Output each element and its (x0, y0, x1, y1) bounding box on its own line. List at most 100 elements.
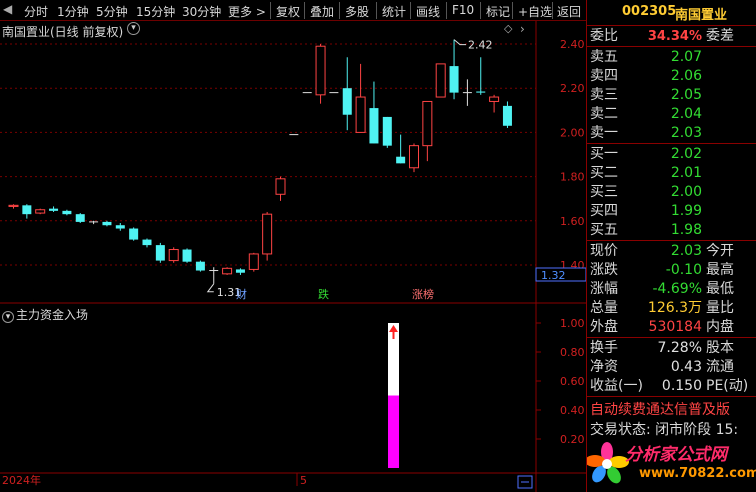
chevron-down-icon[interactable]: ▾ (2, 311, 14, 323)
high-annotation: 2.42 (468, 39, 493, 52)
tab-1min[interactable]: 1分钟 (57, 3, 89, 20)
candle-body[interactable] (222, 267, 233, 275)
renewal-notice[interactable]: 自动续费通达信普及版 (590, 399, 730, 419)
multi-stock-button[interactable]: 多股 (345, 3, 369, 20)
price-axis-label: 2.00 (560, 126, 585, 139)
stat-row: 现价 2.03 今开 (587, 242, 756, 261)
stat-row: 外盘 530184 内盘 (587, 318, 756, 337)
price-axis-label: 1.60 (560, 215, 585, 228)
stat2-row: 净资 0.43 流通 (587, 358, 756, 377)
overlay-button[interactable]: 叠加 (310, 3, 334, 20)
candle-body[interactable] (8, 204, 19, 207)
candle-body[interactable] (435, 63, 446, 98)
more-menu[interactable]: 更多 > (228, 3, 266, 20)
candle-body[interactable] (262, 213, 273, 255)
candle-body[interactable] (489, 96, 500, 102)
candle-body[interactable] (248, 253, 259, 270)
kline-chart[interactable]: 2.402.202.001.801.601.402.421.311.32财跌涨榜… (0, 21, 586, 492)
candle-body[interactable] (235, 269, 245, 273)
buy-level-1-value: 2.02 (670, 146, 702, 162)
date-label: 5 (300, 474, 307, 487)
candle-body[interactable] (62, 210, 72, 215)
sell-level-1-label: 卖一 (590, 125, 618, 141)
sell-level-5-label: 卖五 (590, 49, 618, 65)
chevron-down-icon[interactable]: ▾ (127, 22, 140, 35)
chevron-right-icon[interactable]: › (520, 22, 525, 36)
watermark-url: www.70822.com (639, 466, 756, 481)
mark-button[interactable]: 标记 (486, 3, 510, 20)
buy-level-2-value: 2.01 (670, 165, 702, 181)
event-tag[interactable]: 财 (236, 287, 247, 301)
fuquan-button[interactable]: 复权 (276, 3, 300, 20)
candle-body[interactable] (396, 156, 406, 164)
candle-body[interactable] (102, 221, 112, 226)
back-button[interactable]: 返回 (557, 3, 581, 20)
date-label: 2024年 (2, 473, 41, 487)
stat2-row-value: 0.150 (661, 378, 702, 394)
scroll-left-icon[interactable]: ◀ (3, 2, 12, 16)
draw-line-button[interactable]: 画线 (416, 3, 440, 20)
candle-body[interactable] (342, 88, 352, 115)
sell-level-3-label: 卖三 (590, 87, 618, 103)
candle-body[interactable] (315, 45, 326, 96)
buy-level-4-label: 买四 (590, 203, 618, 219)
candle-body[interactable] (369, 108, 379, 144)
stat2-row-label: 净资 (590, 359, 618, 375)
candle-body[interactable] (115, 225, 125, 229)
stat2-row-value: 7.28% (657, 340, 702, 356)
candle-body[interactable] (22, 205, 32, 215)
buy-level-4-value: 1.99 (670, 203, 702, 219)
candle-body[interactable] (422, 100, 433, 147)
buy-level-4: 买四 1.99 (587, 202, 756, 221)
stat2-row-label: 换手 (590, 340, 618, 356)
candle-body[interactable] (49, 208, 59, 211)
stat2-row: 换手 7.28% 股本 (587, 339, 756, 358)
buy-level-3-value: 2.00 (670, 184, 702, 200)
candle-body[interactable] (195, 261, 205, 271)
sell-level-4-label: 卖四 (590, 68, 618, 84)
buy-level-3-label: 买三 (590, 184, 618, 200)
candle-body[interactable] (449, 66, 459, 93)
sell-level-5: 卖五 2.07 (587, 48, 756, 67)
candle-body[interactable] (275, 178, 286, 195)
candle-body[interactable] (182, 249, 192, 262)
price-axis-label: 2.40 (560, 38, 585, 51)
stat2-row-suffix: 股本 (706, 340, 734, 356)
sell-level-1: 卖一 2.03 (587, 124, 756, 143)
tab-fenshi[interactable]: 分时 (24, 3, 48, 20)
candle-body[interactable] (355, 96, 366, 133)
event-tag[interactable]: 跌 (318, 287, 329, 301)
candle-body[interactable] (168, 249, 179, 262)
low-marker (206, 283, 215, 293)
tab-15min[interactable]: 15分钟 (136, 3, 175, 20)
stat-row-suffix: 最低 (706, 281, 734, 297)
weibi-label: 委比 (590, 28, 618, 44)
candle-body[interactable] (142, 239, 152, 246)
stats-button[interactable]: 统计 (382, 3, 406, 20)
diamond-icon[interactable]: ◇ (504, 22, 512, 35)
event-tag[interactable]: 涨榜 (412, 287, 434, 301)
candle-body[interactable] (502, 105, 512, 126)
price-axis-label: 1.80 (560, 171, 585, 184)
add-watchlist-button[interactable]: +自选 (518, 3, 552, 20)
candle-body[interactable] (155, 245, 165, 261)
buy-level-1-label: 买一 (590, 146, 618, 162)
candle-body[interactable] (75, 214, 85, 222)
indicator-bar-magenta[interactable] (388, 395, 399, 469)
tab-5min[interactable]: 5分钟 (96, 3, 128, 20)
f10-button[interactable]: F10 (452, 3, 474, 17)
candle-body[interactable] (129, 228, 139, 240)
stat-row-value: 530184 (648, 319, 702, 335)
candle-body[interactable] (382, 116, 392, 146)
stat-row: 总量 126.3万 量比 (587, 299, 756, 318)
candle-body[interactable] (409, 145, 419, 169)
buy-level-5-label: 买五 (590, 222, 618, 238)
sell-level-2: 卖二 2.04 (587, 105, 756, 124)
sell-level-1-value: 2.03 (670, 125, 702, 141)
indicator-axis-label: 0.80 (560, 346, 585, 359)
stat2-row-value: 0.43 (670, 359, 702, 375)
indicator-name: 主力资金入场 (16, 308, 89, 322)
candle-body[interactable] (35, 209, 46, 214)
tab-30min[interactable]: 30分钟 (182, 3, 221, 20)
candle-body[interactable] (476, 91, 486, 93)
